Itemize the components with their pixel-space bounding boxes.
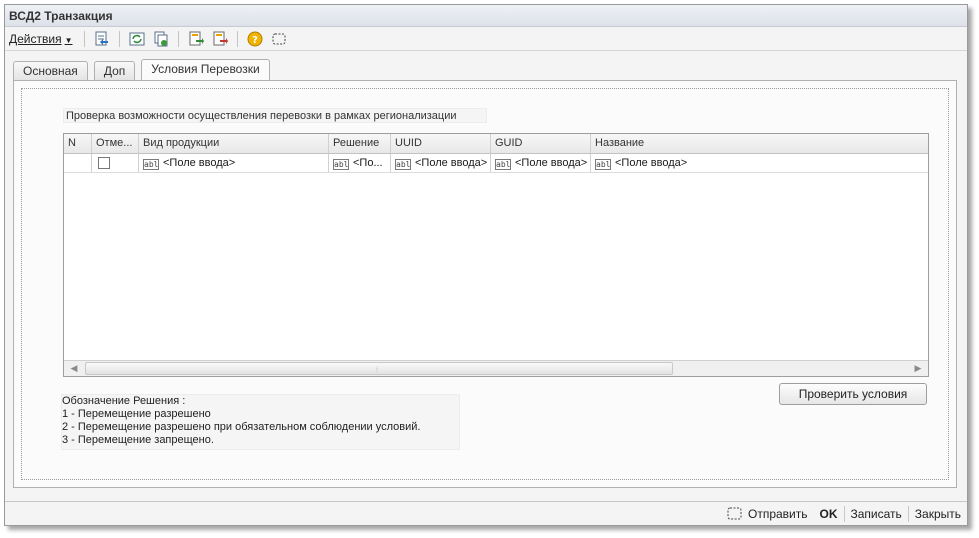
uuid-cell[interactable]: abl <Поле ввода> bbox=[391, 154, 491, 172]
legend-item: 1 - Перемещение разрешено bbox=[62, 408, 211, 420]
actions-menu[interactable]: Действия ▼ bbox=[9, 32, 73, 46]
conditions-table[interactable]: N Отме... Вид продукции Решение UUID GUI… bbox=[63, 133, 929, 377]
toolbar-separator bbox=[236, 30, 238, 47]
column-header-uuid[interactable]: UUID bbox=[391, 134, 491, 153]
send-button[interactable]: Отправить bbox=[721, 504, 814, 524]
toolbar-separator bbox=[118, 30, 120, 47]
check-caption: Проверка возможности осуществления перев… bbox=[63, 108, 487, 123]
text-field-icon: abl bbox=[333, 159, 349, 170]
tab-bar: Основная Доп Условия Перевозки bbox=[13, 59, 276, 81]
mark-checkbox[interactable] bbox=[98, 157, 110, 169]
product-value: <Поле ввода> bbox=[163, 157, 236, 169]
scroll-left-icon[interactable]: ◀ bbox=[64, 361, 84, 376]
column-header-mark[interactable]: Отме... bbox=[92, 134, 139, 153]
grip-icon: ⦙ bbox=[376, 365, 378, 374]
close-button[interactable]: Закрыть bbox=[909, 504, 967, 524]
export-red-icon[interactable] bbox=[210, 29, 230, 49]
guid-value: <Поле ввода> bbox=[515, 157, 588, 169]
horizontal-scrollbar[interactable]: ◀ ⦙ ▶ bbox=[64, 360, 928, 376]
text-field-icon: abl bbox=[143, 159, 159, 170]
panel-frame: Проверка возможности осуществления перев… bbox=[21, 88, 949, 480]
copy-icon[interactable] bbox=[151, 29, 171, 49]
export-icon[interactable] bbox=[186, 29, 206, 49]
mark-cell bbox=[92, 154, 139, 172]
help-icon[interactable]: ? bbox=[245, 29, 265, 49]
tab-main[interactable]: Основная bbox=[13, 61, 88, 80]
toolbar: Действия ▼ ? bbox=[5, 27, 967, 51]
text-field-icon: abl bbox=[595, 159, 611, 170]
column-header-product[interactable]: Вид продукции bbox=[139, 134, 329, 153]
column-header-name[interactable]: Название bbox=[591, 134, 928, 153]
footer-bar: Отправить OK Записать Закрыть bbox=[5, 501, 967, 525]
decision-legend: Обозначение Решения : 1 - Перемещение ра… bbox=[61, 394, 460, 450]
legend-title: Обозначение Решения : bbox=[62, 395, 186, 407]
table-row[interactable]: abl <Поле ввода> abl <По... abl <Поле ввода… bbox=[64, 154, 928, 173]
select-area-icon bbox=[727, 507, 742, 519]
tab-panel: Проверка возможности осуществления перев… bbox=[13, 80, 957, 488]
column-header-n[interactable]: N bbox=[64, 134, 92, 153]
uuid-value: <Поле ввода> bbox=[415, 157, 488, 169]
decision-value: <По... bbox=[353, 157, 383, 169]
text-field-icon: abl bbox=[395, 159, 411, 170]
import-icon[interactable] bbox=[92, 29, 112, 49]
legend-item: 2 - Перемещение разрешено при обязательн… bbox=[62, 421, 421, 433]
window-title: ВСД2 Транзакция bbox=[5, 5, 967, 27]
actions-label: Действия bbox=[9, 31, 62, 46]
name-value: <Поле ввода> bbox=[615, 157, 688, 169]
send-label: Отправить bbox=[747, 506, 808, 521]
refresh-icon[interactable] bbox=[127, 29, 147, 49]
guid-cell[interactable]: abl <Поле ввода> bbox=[491, 154, 591, 172]
save-button[interactable]: Записать bbox=[845, 504, 908, 524]
svg-text:?: ? bbox=[252, 35, 258, 46]
chevron-down-icon: ▼ bbox=[64, 35, 73, 45]
toolbar-separator bbox=[177, 30, 179, 47]
ok-button[interactable]: OK bbox=[814, 504, 844, 524]
tab-extra[interactable]: Доп bbox=[93, 61, 136, 80]
scroll-thumb[interactable]: ⦙ bbox=[85, 362, 673, 375]
name-cell[interactable]: abl <Поле ввода> bbox=[591, 154, 928, 172]
transaction-window: ВСД2 Транзакция Действия▼ ? Основная До bbox=[4, 4, 968, 526]
table-header: N Отме... Вид продукции Решение UUID GUI… bbox=[64, 134, 928, 154]
toolbar-separator bbox=[83, 30, 85, 47]
scroll-right-icon[interactable]: ▶ bbox=[908, 361, 928, 376]
text-field-icon: abl bbox=[495, 159, 511, 170]
row-number-cell bbox=[64, 154, 92, 172]
column-header-decision[interactable]: Решение bbox=[329, 134, 391, 153]
select-area-icon[interactable] bbox=[269, 29, 289, 49]
column-header-guid[interactable]: GUID bbox=[491, 134, 591, 153]
decision-cell[interactable]: abl <По... bbox=[329, 154, 391, 172]
legend-item: 3 - Перемещение запрещено. bbox=[62, 434, 214, 446]
check-conditions-button[interactable]: Проверить условия bbox=[779, 383, 927, 405]
product-cell[interactable]: abl <Поле ввода> bbox=[139, 154, 329, 172]
tab-transport-conditions[interactable]: Условия Перевозки bbox=[141, 59, 270, 80]
